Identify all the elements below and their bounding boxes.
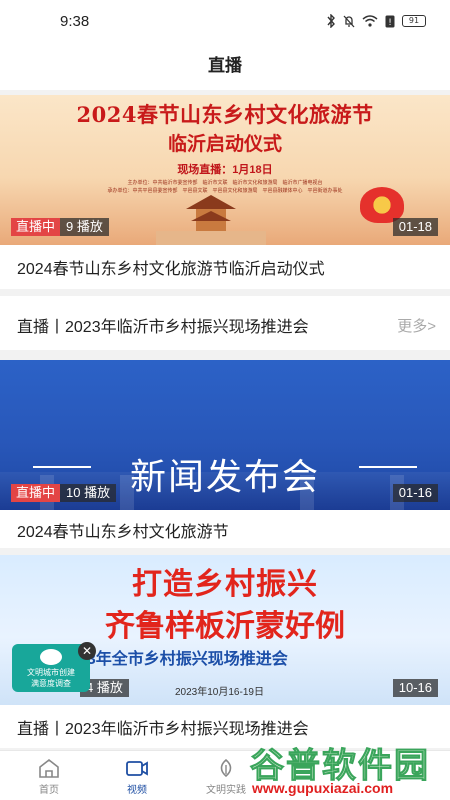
home-icon [39, 758, 59, 778]
banner-organizer-line1: 主办单位：中共临沂市委宣传部 临沂市文联 临沂市文化和旅游局 临沂市广播电视台 [127, 180, 323, 186]
status-time: 9:38 [60, 13, 90, 30]
banner-line2: 齐鲁样板沂蒙好例 [105, 609, 345, 644]
civility-logo-icon [40, 649, 62, 665]
bluetooth-icon [327, 14, 335, 28]
live-badge: 直播中 [11, 484, 61, 502]
press-conference-banner[interactable]: 新闻发布会 直播中 10 播放 01-16 [0, 360, 450, 510]
live-banner-image[interactable]: 2024春节山东乡村文化旅游节 临沂启动仪式 现场直播：1月18日 主办单位：中… [0, 95, 450, 245]
date-badge: 01-18 [392, 218, 438, 236]
banner-title-line1: 2024春节山东乡村文化旅游节 [76, 102, 374, 127]
practice-icon [220, 758, 232, 778]
banner-title-line2: 临沂启动仪式 [167, 133, 282, 155]
tab-video[interactable]: 视频 [107, 757, 167, 796]
float-badge-line1: 文明城市创建 [27, 668, 75, 677]
status-icons: ! 91 [326, 14, 426, 28]
live-card[interactable]: 2024春节山东乡村文化旅游节 临沂启动仪式 现场直播：1月18日 主办单位：中… [0, 95, 450, 289]
mute-icon [343, 15, 355, 28]
video-icon [126, 761, 148, 776]
banner-line1: 打造乡村振兴 [132, 567, 318, 602]
tab-label: 首页 [39, 785, 59, 796]
page-title: 直播 [208, 56, 242, 75]
banner-live-time: 现场直播：1月18日 [177, 164, 273, 176]
float-badge-line2: 满意度调查 [31, 679, 71, 688]
play-count: 9 播放 [60, 218, 109, 236]
banner-line3: 23年全市乡村振兴现场推进会 [78, 651, 288, 668]
tab-home[interactable]: 首页 [19, 757, 79, 796]
status-bar: 9:38 ! 91 [0, 0, 450, 42]
banner-date: 2023年10月16-19日 [175, 687, 264, 698]
card-title[interactable]: 2024春节山东乡村文化旅游节 [17, 518, 229, 542]
live-card[interactable]: 新闻发布会 直播中 10 播放 01-16 2024春节山东乡村文化旅游节 [0, 360, 450, 548]
date-badge: 01-16 [392, 484, 438, 502]
page-header: 直播 [0, 42, 450, 90]
live-status-badge: 直播中 10 播放 [11, 484, 117, 502]
battery-icon: 91 [402, 15, 426, 27]
live-status-badge: 直播中 9 播放 [11, 218, 109, 236]
watermark-url: www.gupuxiazai.com [252, 780, 394, 796]
more-link[interactable]: 更多> [397, 315, 436, 336]
pagoda-illustration [156, 195, 266, 245]
card-title[interactable]: 2024春节山东乡村文化旅游节临沂启动仪式 [17, 255, 325, 279]
watermark-logo: 谷普软件园 www.gupuxiazai.com [246, 738, 450, 800]
wifi-icon [362, 15, 378, 27]
date-badge: 10-16 [392, 679, 438, 697]
svg-text:!: ! [388, 18, 392, 28]
play-count: 10 播放 [60, 484, 117, 502]
live-card-text[interactable]: 直播丨2023年临沂市乡村振兴现场推进会 更多> [0, 296, 450, 350]
tab-label: 视频 [127, 785, 147, 796]
sim-alert-icon: ! [385, 15, 395, 28]
card-title[interactable]: 直播丨2023年临沂市乡村振兴现场推进会 [17, 313, 309, 337]
close-icon[interactable]: ✕ [78, 642, 96, 660]
live-badge: 直播中 [11, 218, 61, 236]
card-title[interactable]: 直播丨2023年临沂市乡村振兴现场推进会 [17, 715, 309, 739]
